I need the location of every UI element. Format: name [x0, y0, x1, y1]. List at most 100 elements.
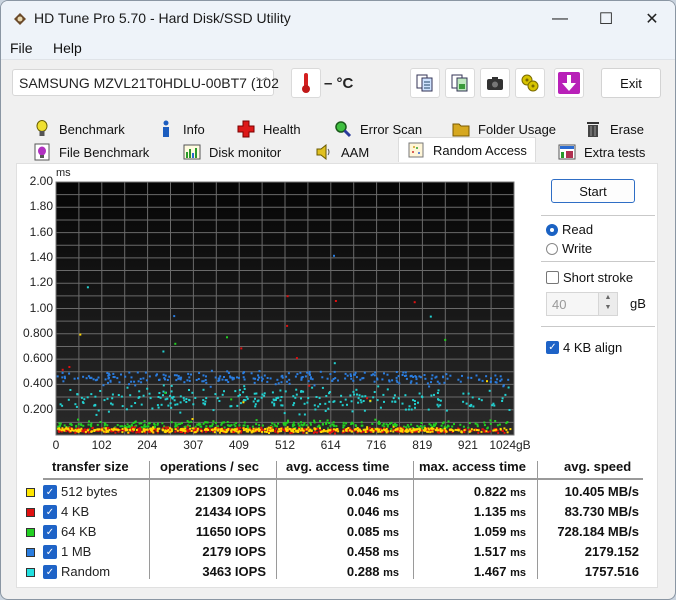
data-point: [299, 429, 302, 432]
maximize-button[interactable]: ☐: [583, 1, 629, 37]
data-point: [301, 424, 304, 427]
data-point: [279, 389, 282, 392]
screenshot-button[interactable]: [480, 68, 510, 98]
data-point: [223, 426, 226, 429]
copy-text-button[interactable]: [410, 68, 440, 98]
close-button[interactable]: ✕: [629, 1, 675, 37]
data-point: [307, 380, 310, 383]
data-point: [280, 381, 283, 384]
menu-file[interactable]: File: [10, 40, 33, 56]
data-point: [427, 408, 430, 411]
data-point: [166, 379, 169, 381]
data-point: [302, 390, 305, 393]
data-point: [310, 430, 313, 432]
menu-help[interactable]: Help: [53, 40, 82, 56]
data-point: [483, 421, 486, 424]
options-button[interactable]: [515, 68, 545, 98]
tab-extra-tests[interactable]: Extra tests: [558, 141, 645, 163]
short-stroke-checkbox[interactable]: Short stroke: [546, 270, 633, 285]
temperature-button[interactable]: [291, 68, 321, 98]
table-row: ✓ 4 KB 21434 IOPS 0.046 ms 1.135 ms 83.730 MB…: [16, 503, 646, 522]
data-point: [470, 376, 473, 379]
data-point: [189, 424, 191, 427]
data-point: [273, 402, 276, 405]
data-point: [58, 428, 61, 431]
drive-select[interactable]: SAMSUNG MZVL21T0HDLU-00BT7 (102 ﹀: [12, 69, 279, 96]
data-point: [495, 381, 498, 384]
data-point: [435, 422, 438, 425]
data-point: [130, 380, 133, 383]
tab-health[interactable]: Health: [237, 118, 301, 140]
data-point: [184, 430, 187, 433]
data-point: [253, 381, 256, 384]
short-stroke-size-stepper[interactable]: 40 ▲ ▼: [546, 292, 618, 316]
data-point: [200, 425, 203, 428]
data-point: [344, 372, 347, 375]
exit-button[interactable]: Exit: [601, 68, 661, 98]
data-point: [410, 408, 413, 411]
data-point: [436, 403, 439, 406]
start-button[interactable]: Start: [551, 179, 635, 203]
drive-select-value: SAMSUNG MZVL21T0HDLU-00BT7 (102: [19, 75, 279, 91]
data-point: [376, 427, 379, 430]
align-4kb-checkbox[interactable]: ✓ 4 KB align: [546, 340, 622, 355]
extra-tests-icon: [558, 143, 576, 161]
data-point: [337, 379, 339, 382]
tab-benchmark[interactable]: Benchmark: [33, 118, 125, 140]
tab-file-benchmark[interactable]: File Benchmark: [33, 141, 149, 163]
series-checkbox[interactable]: ✓: [43, 525, 57, 539]
data-point: [442, 375, 444, 378]
series-checkbox[interactable]: ✓: [43, 565, 57, 579]
data-point: [312, 431, 315, 434]
data-point: [300, 397, 302, 400]
tab-info[interactable]: Info: [157, 118, 205, 140]
tab-aam[interactable]: AAM: [315, 141, 369, 163]
data-point: [506, 431, 509, 434]
tab-random-access[interactable]: Random Access: [398, 137, 536, 162]
data-point: [239, 393, 241, 396]
data-point: [109, 379, 112, 382]
data-point: [186, 425, 189, 428]
data-point: [504, 393, 507, 396]
data-point: [134, 426, 137, 429]
data-point: [97, 376, 100, 379]
series-checkbox[interactable]: ✓: [43, 505, 57, 519]
data-point: [361, 424, 364, 427]
data-point: [430, 394, 433, 397]
data-point: [428, 428, 431, 431]
data-point: [77, 377, 79, 380]
data-point: [287, 372, 290, 375]
write-radio[interactable]: Write: [546, 241, 592, 256]
data-point: [197, 378, 200, 380]
save-button[interactable]: [554, 68, 584, 98]
minimize-button[interactable]: —: [537, 1, 583, 37]
data-point: [432, 427, 435, 430]
data-point: [405, 377, 408, 380]
data-point: [492, 429, 495, 432]
data-point: [68, 426, 71, 429]
data-point: [360, 421, 363, 424]
data-point: [274, 383, 277, 386]
series-checkbox[interactable]: ✓: [43, 485, 57, 499]
data-point: [319, 370, 322, 373]
check-icon: ✓: [546, 341, 559, 354]
data-point: [414, 403, 416, 406]
tab-erase[interactable]: Erase: [584, 118, 644, 140]
data-point: [275, 427, 278, 430]
tab-aam-label: AAM: [341, 144, 370, 160]
data-point: [152, 426, 154, 429]
tab-disk-monitor[interactable]: Disk monitor: [183, 141, 281, 163]
read-radio[interactable]: Read: [546, 222, 593, 237]
series-color-swatch: [26, 528, 35, 537]
data-point: [256, 428, 259, 431]
data-point: [144, 371, 147, 374]
data-point: [235, 422, 238, 425]
data-point: [162, 384, 165, 387]
data-point: [65, 430, 68, 433]
stepper-arrows-icon[interactable]: ▲ ▼: [598, 293, 617, 315]
series-checkbox[interactable]: ✓: [43, 545, 57, 559]
data-point: [179, 428, 182, 431]
folder-icon: [452, 120, 470, 138]
data-point: [327, 407, 330, 410]
copy-image-button[interactable]: [445, 68, 475, 98]
